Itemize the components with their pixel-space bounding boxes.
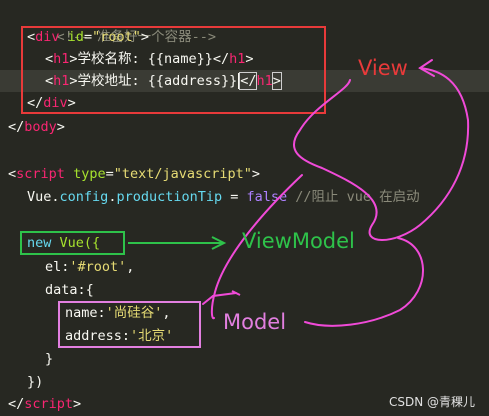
viewmodel-label: ViewModel xyxy=(242,229,355,253)
model-label: Model xyxy=(223,310,287,334)
view-label: View xyxy=(358,56,408,80)
view-to-viewmodel-stroke xyxy=(293,67,470,241)
code-editor-screenshot: <!-- 准备好一个容器--> <div id="root"> <h1>学校名称… xyxy=(0,0,489,416)
model-box xyxy=(58,301,201,348)
model-arrowhead xyxy=(202,292,237,305)
view-box xyxy=(21,26,326,114)
watermark: CSDN @青稞儿 xyxy=(388,395,475,409)
annotation-layer xyxy=(20,26,470,348)
viewmodel-box xyxy=(20,231,125,255)
